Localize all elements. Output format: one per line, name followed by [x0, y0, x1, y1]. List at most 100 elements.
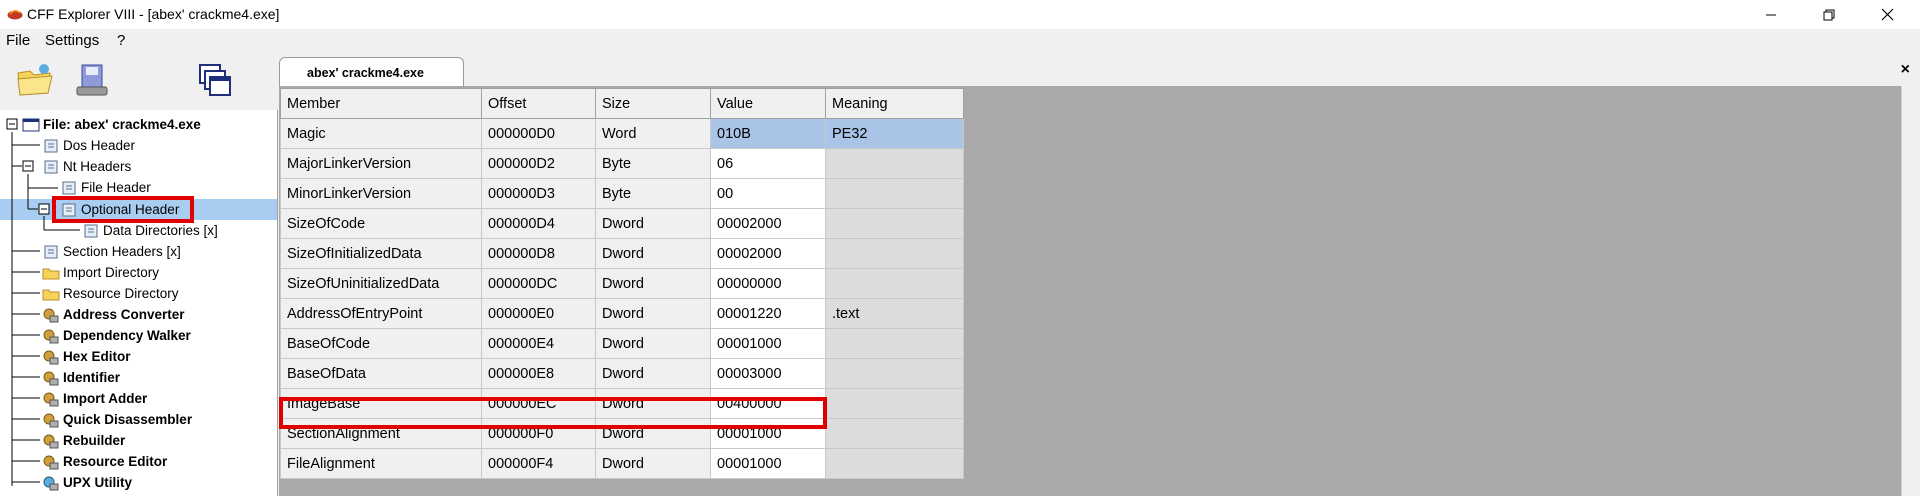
header-icon	[44, 245, 58, 258]
value-cell[interactable]: 00002000	[710, 208, 826, 239]
tree-item-import-directory[interactable]: Import Directory	[42, 262, 159, 283]
value-cell[interactable]: 00	[710, 178, 826, 209]
tree-item-import-adder[interactable]: Import Adder	[42, 388, 147, 409]
app-logo-icon	[7, 10, 23, 20]
table-row[interactable]: FileAlignment 000000F4 Dword 00001000	[280, 448, 964, 479]
value-cell[interactable]: 00001220	[710, 298, 826, 329]
column-meaning[interactable]: Meaning	[825, 88, 964, 119]
header-icon	[84, 224, 98, 237]
toolbar	[0, 53, 280, 107]
table-row[interactable]: SizeOfCode 000000D4 Dword 00002000	[280, 208, 964, 239]
tool-icon	[43, 392, 59, 406]
table-row[interactable]: SizeOfInitializedData 000000D8 Dword 000020…	[280, 238, 964, 269]
member-cell: BaseOfCode	[280, 328, 482, 359]
offset-cell: 000000F4	[481, 448, 596, 479]
member-cell: MinorLinkerVersion	[280, 178, 482, 209]
windows-button[interactable]	[194, 59, 236, 101]
offset-cell: 000000E8	[481, 358, 596, 389]
tree-item-dependency-walker[interactable]: Dependency Walker	[42, 325, 191, 346]
tree-item-file-header[interactable]: File Header	[62, 177, 151, 198]
header-icon	[44, 139, 58, 152]
member-cell: Magic	[280, 118, 482, 149]
window-title: CFF Explorer VIII - [abex' crackme4.exe]	[27, 6, 280, 22]
table-row[interactable]: SizeOfUninitializedData 000000DC Dword 0000…	[280, 268, 964, 299]
size-cell: Dword	[595, 328, 711, 359]
menu-settings[interactable]: Settings	[45, 32, 99, 49]
value-cell[interactable]: 06	[710, 148, 826, 179]
tree-item-section-headers[interactable]: Section Headers [x]	[44, 241, 181, 262]
tree-item-dos-header[interactable]: Dos Header	[44, 135, 135, 156]
cascade-windows-icon	[199, 64, 231, 96]
tree-item-address-converter[interactable]: Address Converter	[42, 304, 185, 325]
column-size[interactable]: Size	[595, 88, 711, 119]
tool-icon	[43, 455, 59, 469]
close-tab-button[interactable]: ×	[1901, 61, 1910, 79]
table-row[interactable]: BaseOfData 000000E8 Dword 00003000	[280, 358, 964, 389]
tree-root[interactable]: File: abex' crackme4.exe	[22, 114, 201, 135]
tree-item-hex-editor[interactable]: Hex Editor	[42, 346, 131, 367]
column-value[interactable]: Value	[710, 88, 826, 119]
tree-item-identifier[interactable]: Identifier	[42, 367, 120, 388]
member-cell: SizeOfInitializedData	[280, 238, 482, 269]
optional-header-highlight	[52, 196, 194, 223]
tab-crackme4[interactable]: abex' crackme4.exe	[279, 57, 464, 88]
value-cell[interactable]: 010B	[710, 118, 826, 149]
meaning-cell	[825, 268, 964, 299]
table-row[interactable]: AddressOfEntryPoint 000000E0 Dword 00001220…	[280, 298, 964, 329]
value-cell[interactable]: 00001000	[710, 328, 826, 359]
meaning-cell	[825, 148, 964, 179]
value-cell[interactable]: 00000000	[710, 268, 826, 299]
offset-cell: 000000DC	[481, 268, 596, 299]
tree-item-rebuilder[interactable]: Rebuilder	[42, 430, 125, 451]
menu-bar: File Settings ?	[0, 29, 1920, 53]
meaning-cell	[825, 388, 964, 419]
vertical-scrollbar[interactable]	[1901, 86, 1920, 496]
tool-icon	[43, 350, 59, 364]
table-row[interactable]: MajorLinkerVersion 000000D2 Byte 06	[280, 148, 964, 179]
meaning-cell: .text	[825, 298, 964, 329]
tree-item-nt-headers[interactable]: Nt Headers	[44, 156, 131, 177]
close-icon	[1881, 8, 1893, 21]
tool-icon	[43, 476, 59, 490]
tree-item-resource-editor[interactable]: Resource Editor	[42, 451, 167, 472]
member-cell: FileAlignment	[280, 448, 482, 479]
value-cell[interactable]: 00003000	[710, 358, 826, 389]
table-row[interactable]: Magic 000000D0 Word 010B PE32	[280, 118, 964, 149]
tool-icon	[43, 308, 59, 322]
tree-item-upx-utility[interactable]: UPX Utility	[42, 472, 132, 493]
menu-help[interactable]: ?	[117, 32, 125, 49]
meaning-cell	[825, 238, 964, 269]
meaning-cell	[825, 448, 964, 479]
column-member[interactable]: Member	[280, 88, 482, 119]
table-row[interactable]: MinorLinkerVersion 000000D3 Byte 00	[280, 178, 964, 209]
open-file-button[interactable]	[14, 59, 56, 101]
member-cell: SizeOfUninitializedData	[280, 268, 482, 299]
tool-icon	[43, 434, 59, 448]
size-cell: Dword	[595, 358, 711, 389]
size-cell: Byte	[595, 178, 711, 209]
size-cell: Dword	[595, 238, 711, 269]
folder-icon	[42, 289, 60, 300]
offset-cell: 000000D2	[481, 148, 596, 179]
size-cell: Word	[595, 118, 711, 149]
table-row[interactable]: BaseOfCode 000000E4 Dword 00001000	[280, 328, 964, 359]
column-offset[interactable]: Offset	[481, 88, 596, 119]
restore-icon	[1823, 9, 1835, 20]
value-cell[interactable]: 00001000	[710, 448, 826, 479]
offset-cell: 000000E0	[481, 298, 596, 329]
minimize-button[interactable]	[1748, 0, 1794, 29]
meaning-cell	[825, 208, 964, 239]
menu-file[interactable]: File	[6, 32, 30, 49]
offset-cell: 000000E4	[481, 328, 596, 359]
close-button[interactable]	[1864, 0, 1910, 29]
save-file-button[interactable]	[72, 59, 114, 101]
tree-item-quick-disassembler[interactable]: Quick Disassembler	[42, 409, 192, 430]
offset-cell: 000000D0	[481, 118, 596, 149]
member-cell: AddressOfEntryPoint	[280, 298, 482, 329]
value-cell[interactable]: 00002000	[710, 238, 826, 269]
size-cell: Dword	[595, 208, 711, 239]
restore-button[interactable]	[1806, 0, 1852, 29]
tree-item-data-directories[interactable]: Data Directories [x]	[84, 220, 218, 241]
header-icon	[62, 181, 76, 194]
tree-item-resource-directory[interactable]: Resource Directory	[42, 283, 179, 304]
